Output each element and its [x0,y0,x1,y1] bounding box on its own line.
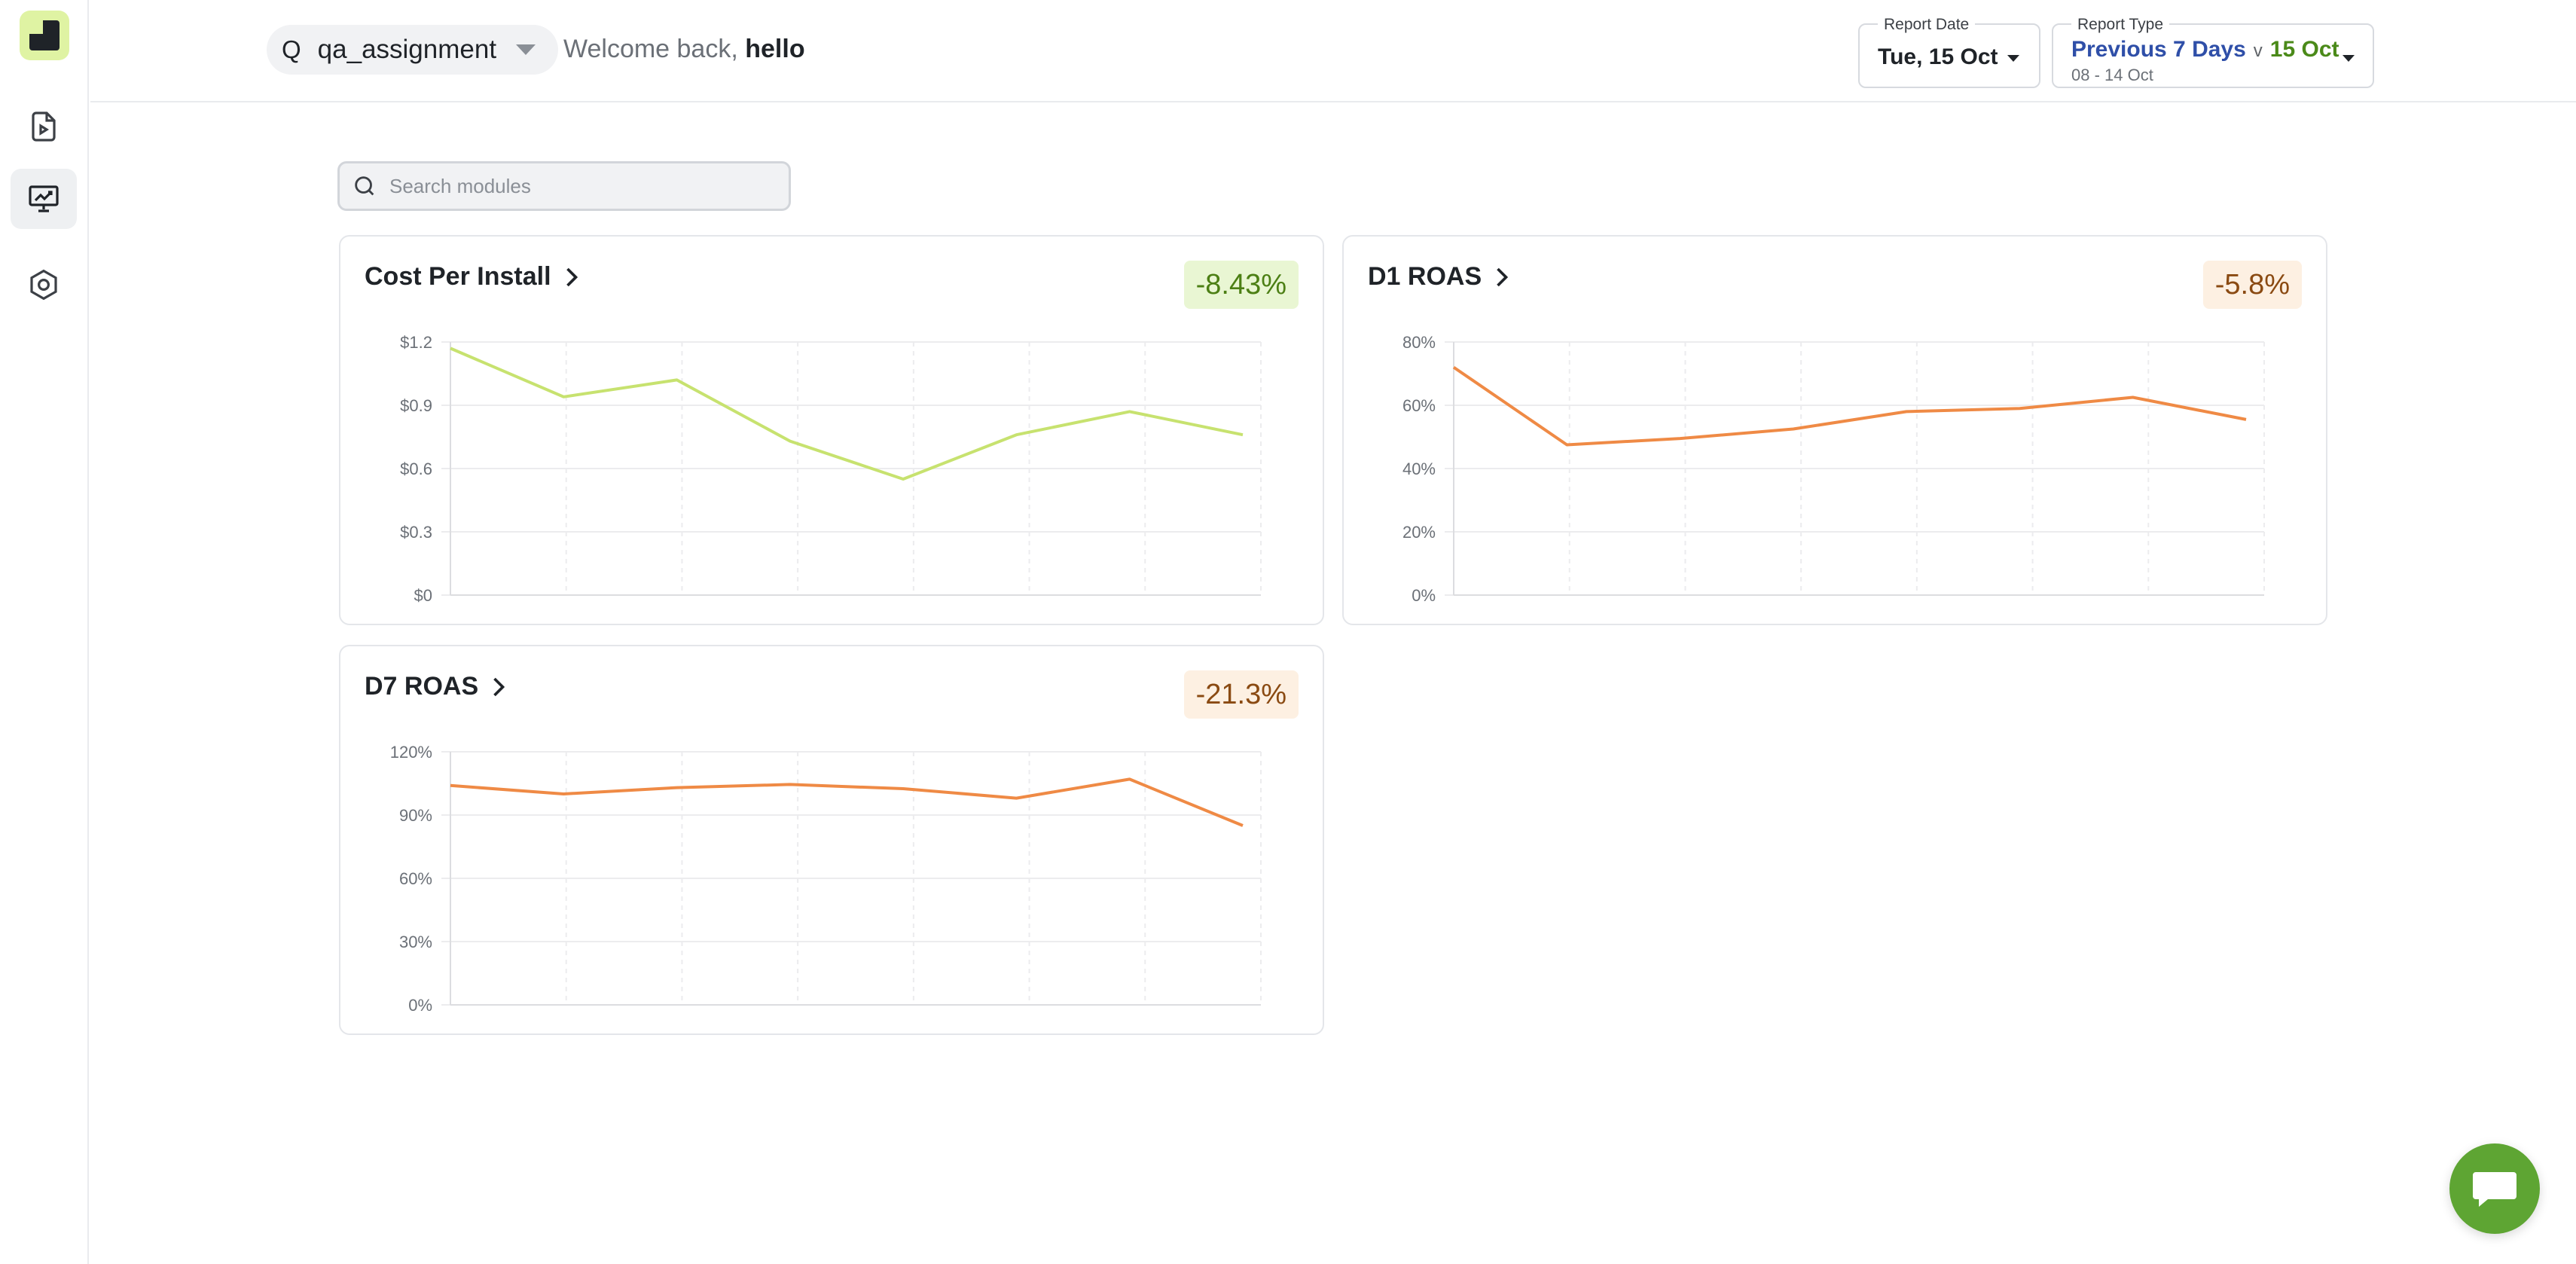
caret-down-icon [2343,55,2355,62]
report-date-value: Tue, 15 Oct [1878,44,1998,69]
series-line [1452,365,2247,447]
y-tick-label: 90% [399,806,432,825]
report-type-picker[interactable]: Report Type Previous 7 Days v 15 Oct 08 - … [2052,16,2374,88]
line-chart: $0 $0.3 $0.6 $0.9 $1.2 [400,333,1262,605]
card-title: D7 ROAS [365,672,479,701]
welcome-message: Welcome back, hello [563,35,805,64]
card-title-link[interactable]: D1 ROAS [1368,262,1510,292]
welcome-prefix: Welcome back, [563,35,746,63]
card-d7-roas: D7 ROAS -21.3% 0% 30% 60% 90% 120% [339,645,1324,1035]
y-tick-label: 60% [399,869,432,888]
sidebar-item-reports[interactable] [11,96,77,157]
y-tick-label: $0.9 [400,396,432,415]
sidebar-item-dashboard[interactable] [11,169,77,229]
caret-down-icon [2007,55,2019,62]
report-type-vs: v [2253,41,2263,61]
module-search[interactable] [337,161,791,211]
caret-down-icon [516,44,536,55]
y-tick-label: $0.3 [400,523,432,542]
presentation-chart-icon [29,185,59,212]
y-tick-label: $0 [414,586,432,605]
series-line [450,777,1244,827]
y-tick-label: 0% [1412,586,1436,605]
series-line [450,347,1244,481]
top-header: Q qa_assignment Welcome back, hello Repo… [90,0,2576,102]
search-input[interactable] [389,174,766,198]
change-badge: -21.3% [1183,670,1299,719]
search-icon [355,176,374,196]
y-tick-label: 80% [1402,333,1436,352]
logo-icon [29,20,60,50]
y-tick-label: 120% [390,743,432,762]
video-file-icon [32,111,56,142]
report-type-value: Previous 7 Days v 15 Oct [2071,37,2339,63]
card-title-link[interactable]: D7 ROAS [365,672,507,701]
workspace-selector[interactable]: Q qa_assignment [267,25,559,75]
hexagon-settings-icon [30,269,57,301]
chat-support-button[interactable] [2449,1143,2540,1234]
card-title-link[interactable]: Cost Per Install [365,262,580,292]
sidebar [0,0,89,1264]
chevron-right-icon [493,677,505,696]
y-tick-label: $1.2 [400,333,432,352]
card-cost-per-install: Cost Per Install -8.43% $0 $0.3 $0.6 $0.9 $1… [339,235,1324,625]
welcome-user: hello [745,35,805,63]
chevron-right-icon [1497,267,1509,286]
card-d1-roas: D1 ROAS -5.8% 0% 20% 40% 60% 80% [1342,235,2327,625]
line-chart: 0% 30% 60% 90% 120% [390,743,1262,1015]
report-type-range: 08 - 14 Oct [2071,66,2153,84]
y-tick-label: 20% [1402,523,1436,542]
workspace-name: qa_assignment [317,35,497,64]
change-badge: -8.43% [1183,261,1299,309]
report-type-previous: Previous 7 Days [2071,37,2246,62]
card-title: D1 ROAS [1368,262,1482,291]
y-tick-label: 60% [1402,396,1436,415]
report-date-picker[interactable]: Report Date Tue, 15 Oct [1858,16,2040,88]
change-badge: -5.8% [2202,261,2302,309]
y-tick-label: $0.6 [400,459,432,478]
line-chart: 0% 20% 40% 60% 80% [1402,333,2265,605]
workspace-initial: Q [282,35,301,63]
y-tick-label: 30% [399,933,432,951]
chat-bubble-icon [2473,1172,2516,1207]
y-tick-label: 40% [1402,459,1436,478]
report-type-current: 15 Oct [2269,37,2339,62]
app-logo[interactable] [20,11,69,60]
card-title: Cost Per Install [365,262,551,291]
sidebar-item-settings[interactable] [11,255,77,315]
chevron-right-icon [566,267,578,286]
report-date-label: Report Date [1878,16,1976,34]
y-tick-label: 0% [408,996,432,1015]
report-type-label: Report Type [2071,16,2170,34]
